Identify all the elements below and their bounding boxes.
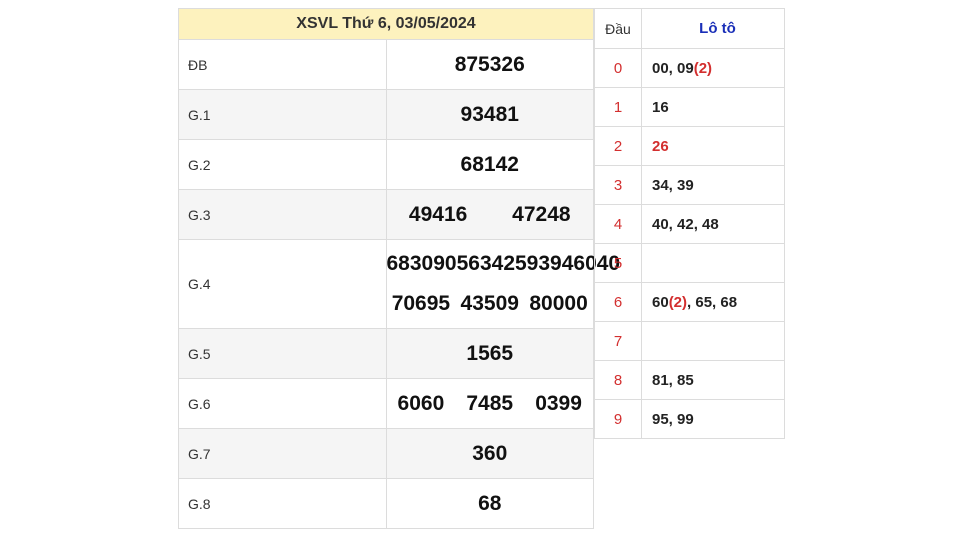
prize-row-g6: G.6 6060 7485 0399 bbox=[178, 378, 594, 429]
loto-numbers: 95, 99 bbox=[652, 410, 694, 428]
loto-count: (2) bbox=[668, 293, 688, 311]
prize-label-g2: G.2 bbox=[178, 139, 387, 190]
loto-dau: 7 bbox=[594, 321, 642, 361]
loto-count: (2) bbox=[693, 59, 713, 77]
loto-row: 7 bbox=[594, 321, 785, 361]
loto-header-dau: Đầu bbox=[594, 8, 642, 49]
loto-numbers: 60 bbox=[652, 293, 669, 311]
prize-value-g2: 68142 bbox=[385, 139, 594, 190]
loto-row: 8 81, 85 bbox=[594, 360, 785, 400]
loto-dau: 1 bbox=[594, 87, 642, 127]
loto-values: 81, 85 bbox=[641, 360, 785, 400]
loto-count: 26 bbox=[652, 137, 669, 155]
prize-values-g6: 6060 7485 0399 bbox=[385, 378, 594, 429]
prize-row-g4: G.4 68309 05634 25939 46040 70695 43509 … bbox=[178, 239, 620, 329]
loto-dau: 4 bbox=[594, 204, 642, 244]
prize-row-g8: G.8 68 bbox=[178, 478, 594, 529]
loto-numbers: 00, 09 bbox=[652, 59, 694, 77]
prize-label-g4: G.4 bbox=[178, 239, 387, 329]
prize-row-g2: G.2 68142 bbox=[178, 139, 594, 190]
prize-value-g6: 0399 bbox=[535, 391, 582, 415]
loto-values: 40, 42, 48 bbox=[641, 204, 785, 244]
loto-values bbox=[641, 243, 785, 283]
prize-value-g8: 68 bbox=[385, 478, 594, 529]
prize-row-g3: G.3 49416 47248 bbox=[178, 189, 594, 240]
prize-value-g6: 6060 bbox=[397, 391, 445, 415]
loto-dau: 5 bbox=[594, 243, 642, 283]
loto-values: 00, 09(2) bbox=[641, 48, 785, 88]
prize-row-db: ĐB 875326 bbox=[178, 39, 594, 90]
prize-value-g1: 93481 bbox=[385, 89, 594, 140]
prize-value-g7: 360 bbox=[385, 428, 594, 479]
prize-row-g1: G.1 93481 bbox=[178, 89, 594, 140]
loto-values: 95, 99 bbox=[641, 399, 785, 439]
loto-row: 5 bbox=[594, 243, 785, 283]
prize-label-g5: G.5 bbox=[178, 328, 387, 379]
loto-table: Đầu Lô tô 0 00, 09(2) 1 16 2 26 3 34, 39… bbox=[594, 8, 785, 439]
results-header-row: XSVL Thứ 6, 03/05/2024 bbox=[178, 8, 594, 40]
loto-numbers: 16 bbox=[652, 98, 669, 116]
loto-numbers-rest: , 65, 68 bbox=[687, 293, 738, 311]
loto-values bbox=[641, 321, 785, 361]
loto-row: 1 16 bbox=[594, 87, 785, 127]
loto-row: 9 95, 99 bbox=[594, 399, 785, 439]
loto-values: 16 bbox=[641, 87, 785, 127]
loto-dau: 6 bbox=[594, 282, 642, 322]
prize-value-g3: 47248 bbox=[512, 202, 571, 226]
loto-dau: 8 bbox=[594, 360, 642, 400]
prize-row-g7: G.7 360 bbox=[178, 428, 594, 479]
loto-numbers: 40, 42, 48 bbox=[652, 215, 719, 233]
loto-row: 6 60(2), 65, 68 bbox=[594, 282, 785, 322]
prize-value-g4: 80000 bbox=[529, 292, 588, 315]
loto-header-loto: Lô tô bbox=[641, 8, 785, 49]
prize-label-g8: G.8 bbox=[178, 478, 387, 529]
loto-row: 3 34, 39 bbox=[594, 165, 785, 205]
loto-header-row: Đầu Lô tô bbox=[594, 8, 785, 49]
prize-value-db: 875326 bbox=[385, 39, 594, 90]
prize-value-g4: 25939 bbox=[503, 252, 562, 275]
loto-dau: 2 bbox=[594, 126, 642, 166]
prize-label-g1: G.1 bbox=[178, 89, 387, 140]
loto-numbers: 34, 39 bbox=[652, 176, 694, 194]
prize-values-g4: 68309 05634 25939 46040 70695 43509 8000… bbox=[385, 239, 620, 329]
prize-label-g7: G.7 bbox=[178, 428, 387, 479]
loto-numbers: 81, 85 bbox=[652, 371, 694, 389]
prize-values-g3: 49416 47248 bbox=[385, 189, 594, 240]
loto-dau: 9 bbox=[594, 399, 642, 439]
prize-value-g3: 49416 bbox=[408, 202, 468, 226]
prize-value-g4: 68309 bbox=[386, 252, 445, 275]
prize-value-g4: 43509 bbox=[460, 292, 519, 315]
prize-label-g3: G.3 bbox=[178, 189, 387, 240]
prize-label-g6: G.6 bbox=[178, 378, 387, 429]
prize-label-db: ĐB bbox=[178, 39, 387, 90]
loto-values: 26 bbox=[641, 126, 785, 166]
results-title: XSVL Thứ 6, 03/05/2024 bbox=[178, 8, 594, 40]
prize-value-g4: 05634 bbox=[444, 252, 504, 275]
loto-dau: 3 bbox=[594, 165, 642, 205]
prize-row-g5: G.5 1565 bbox=[178, 328, 594, 379]
loto-values: 34, 39 bbox=[641, 165, 785, 205]
loto-row: 4 40, 42, 48 bbox=[594, 204, 785, 244]
loto-row: 0 00, 09(2) bbox=[594, 48, 785, 88]
loto-values: 60(2), 65, 68 bbox=[641, 282, 785, 322]
loto-row: 2 26 bbox=[594, 126, 785, 166]
prize-value-g5: 1565 bbox=[385, 328, 594, 379]
prize-value-g4: 70695 bbox=[391, 292, 451, 315]
loto-dau: 0 bbox=[594, 48, 642, 88]
results-table: XSVL Thứ 6, 03/05/2024 ĐB 875326 G.1 934… bbox=[178, 8, 620, 529]
prize-value-g6: 7485 bbox=[466, 391, 514, 415]
